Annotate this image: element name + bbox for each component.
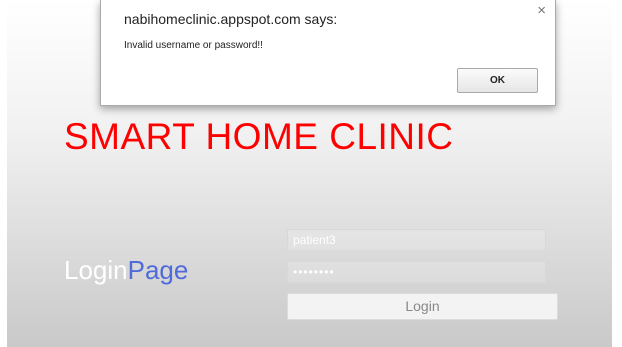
dialog-message: Invalid username or password!!: [124, 40, 263, 51]
page-title: SMART HOME CLINIC: [64, 116, 454, 157]
dialog-title: nabihomeclinic.appspot.com says:: [124, 11, 338, 27]
login-heading: LoginPage: [64, 255, 188, 286]
login-heading-part2: Page: [127, 255, 189, 285]
alert-dialog: nabihomeclinic.appspot.com says: × Inval…: [100, 0, 556, 106]
login-button[interactable]: Login: [287, 293, 558, 320]
password-input[interactable]: ••••••••: [287, 261, 546, 283]
close-icon[interactable]: ×: [537, 3, 546, 19]
login-heading-part1: Login: [64, 255, 128, 285]
username-input[interactable]: patient3: [287, 229, 546, 251]
ok-button[interactable]: OK: [457, 68, 538, 93]
